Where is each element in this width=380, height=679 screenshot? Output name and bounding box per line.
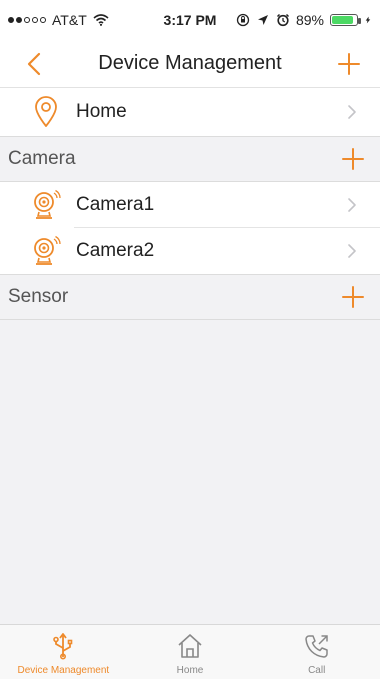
signal-strength-icon xyxy=(8,17,46,23)
battery-icon xyxy=(330,14,361,26)
house-icon xyxy=(175,631,205,661)
tab-bar: Device Management Home Call xyxy=(0,624,380,679)
home-row-label: Home xyxy=(76,101,127,122)
tab-device-management[interactable]: Device Management xyxy=(0,625,127,679)
carrier-label: AT&T xyxy=(52,12,87,28)
add-button[interactable] xyxy=(334,49,364,79)
camera-section-label: Camera xyxy=(8,148,76,169)
usb-icon xyxy=(48,631,78,661)
battery-percentage: 89% xyxy=(295,12,324,28)
tab-label: Call xyxy=(308,665,326,676)
wifi-icon xyxy=(93,14,109,26)
camera-section-header: Camera xyxy=(0,137,380,181)
divider xyxy=(0,319,380,320)
sensor-section-label: Sensor xyxy=(8,286,69,307)
status-right: 89% xyxy=(236,12,372,28)
status-bar: AT&T 3:17 PM 89% xyxy=(0,0,380,40)
camera2-label: Camera2 xyxy=(76,240,155,261)
page-title: Device Management xyxy=(98,52,282,74)
charging-bolt-icon xyxy=(365,16,371,24)
plus-icon xyxy=(342,148,364,170)
battery-fill xyxy=(332,16,354,24)
chevron-left-icon xyxy=(27,52,41,76)
add-sensor-button[interactable] xyxy=(338,282,368,312)
location-arrow-icon xyxy=(257,15,268,25)
camera-icon xyxy=(24,183,68,227)
status-left: AT&T xyxy=(8,12,236,28)
back-button[interactable] xyxy=(20,50,48,78)
location-pin-icon xyxy=(24,90,68,134)
device-management-screen: AT&T 3:17 PM 89% Device Management Home … xyxy=(0,0,380,679)
home-row[interactable]: Home xyxy=(0,88,380,136)
rotation-lock-icon xyxy=(236,13,250,27)
phone-outgoing-icon xyxy=(302,631,332,661)
list-item-camera2[interactable]: Camera2 xyxy=(0,228,380,274)
chevron-right-icon xyxy=(342,241,362,261)
sensor-section-header: Sensor xyxy=(0,275,380,319)
camera-icon xyxy=(24,229,68,273)
tab-home[interactable]: Home xyxy=(127,625,254,679)
tab-label: Device Management xyxy=(17,665,110,676)
plus-icon xyxy=(342,286,364,308)
tab-call[interactable]: Call xyxy=(253,625,380,679)
chevron-right-icon xyxy=(342,102,362,122)
list-item-camera1[interactable]: Camera1 xyxy=(0,182,380,228)
chevron-right-icon xyxy=(342,195,362,215)
tab-label: Home xyxy=(176,665,204,676)
add-camera-button[interactable] xyxy=(338,144,368,174)
plus-icon xyxy=(338,53,360,75)
camera1-label: Camera1 xyxy=(76,194,155,215)
navigation-bar: Device Management xyxy=(0,40,380,88)
alarm-icon xyxy=(276,13,289,27)
